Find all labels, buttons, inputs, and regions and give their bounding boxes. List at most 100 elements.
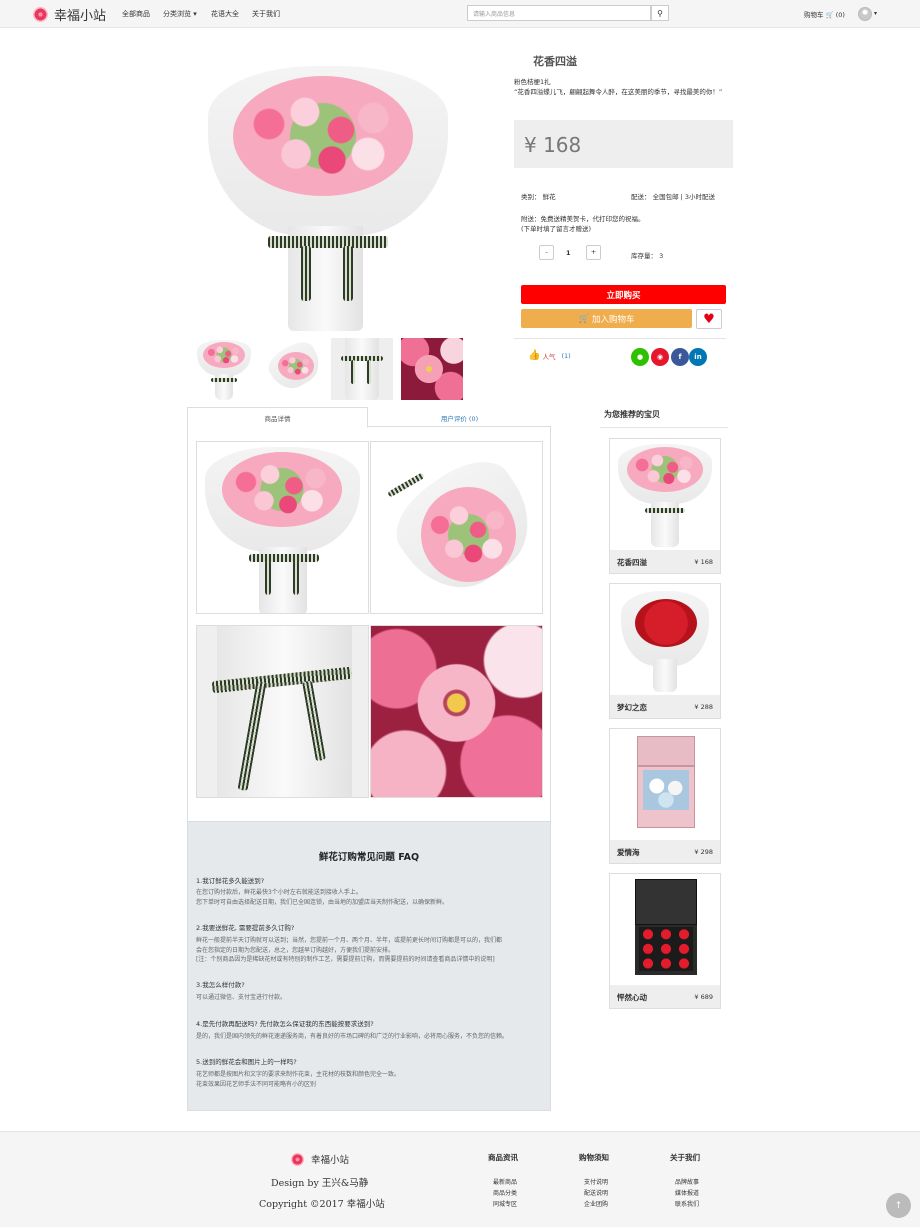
footer-link[interactable]: 商品分类 bbox=[493, 1188, 517, 1197]
footer-link[interactable]: 同城专区 bbox=[493, 1199, 517, 1208]
tab-detail[interactable]: 商品详情 bbox=[187, 407, 368, 428]
nav-all-products[interactable]: 全部商品 bbox=[122, 9, 150, 19]
thumbs-up-icon: 👍 bbox=[528, 350, 541, 361]
recommend-image bbox=[613, 732, 717, 837]
popularity[interactable]: 👍 人气 (1) bbox=[528, 350, 571, 361]
recommend-price: ¥ 689 bbox=[694, 993, 713, 1001]
faq-section: 鲜花订购常见问题 FAQ 1.我订鲜花多久能送到? 在您订购付款后，鲜花最快3个… bbox=[187, 821, 551, 1111]
product-tabs: 商品详情 用户评价 (0) bbox=[187, 407, 551, 428]
cart-link[interactable]: 购物车 🛒 (0) bbox=[804, 9, 845, 19]
recommend-price: ¥ 298 bbox=[694, 848, 713, 856]
faq-question-1: 1.我订鲜花多久能送到? bbox=[196, 877, 265, 885]
footer-link[interactable]: 最新商品 bbox=[493, 1177, 517, 1186]
faq-question-4: 4.是先付款再配送吗? 先付款怎么保证我的东西能按要求送到? bbox=[196, 1020, 374, 1028]
cart-icon: 🛒 bbox=[578, 313, 590, 324]
recommend-card[interactable]: 花香四溢 ¥ 168 bbox=[609, 438, 721, 574]
search-icon: ⚲ bbox=[657, 8, 663, 18]
footer-col-title: 关于我们 bbox=[670, 1153, 700, 1162]
linkedin-share-icon[interactable]: in bbox=[689, 348, 707, 366]
flower-logo-icon bbox=[291, 1152, 304, 1166]
add-to-cart-button[interactable]: 🛒 加入购物车 bbox=[521, 309, 692, 328]
search-button[interactable]: ⚲ bbox=[651, 5, 669, 21]
brand-logo-link[interactable]: 幸福小站 bbox=[33, 4, 106, 24]
product-thumb-4[interactable] bbox=[401, 338, 463, 400]
back-to-top-button[interactable]: ↑ bbox=[886, 1193, 911, 1218]
add-to-cart-label: 加入购物车 bbox=[592, 314, 635, 325]
faq-answer-2: 鲜花一般提前半天订购就可以送到；当然，您提前一个月、两个月、半年，或提前更长时间… bbox=[196, 937, 503, 963]
footer-link[interactable]: 企业团购 bbox=[584, 1199, 608, 1208]
product-thumb-2[interactable] bbox=[262, 338, 324, 400]
footer-link[interactable]: 媒体报道 bbox=[675, 1188, 699, 1197]
footer-link[interactable]: 联系我们 bbox=[675, 1199, 699, 1208]
detail-image-1 bbox=[196, 441, 369, 614]
popular-label: 人气 bbox=[542, 352, 556, 361]
qty-plus-button[interactable]: + bbox=[586, 245, 601, 260]
footer-link[interactable]: 品牌故事 bbox=[675, 1177, 699, 1186]
extra-line-2: (下单时填了留言才赠送) bbox=[521, 225, 592, 233]
heart-icon: ♥ bbox=[703, 311, 715, 327]
search-input[interactable]: 请输入商品信息 bbox=[467, 5, 651, 21]
detail-image-2 bbox=[370, 441, 543, 614]
footer-link[interactable]: 配送说明 bbox=[584, 1188, 608, 1197]
weibo-share-icon[interactable]: ◉ bbox=[651, 348, 669, 366]
footer: 幸福小站 Design by 王兴&马静 Copyright ©2017 幸福小… bbox=[0, 1131, 920, 1227]
extra-line-1: 附送：免费送精美贺卡，代打印您的祝福。 bbox=[521, 215, 645, 223]
faq-answer-3: 可以通过微信、支付宝进行付款。 bbox=[196, 994, 287, 1001]
footer-brand: 幸福小站 bbox=[291, 1152, 349, 1166]
faq-question-5: 5.送到的鲜花会和图片上的一样吗? bbox=[196, 1058, 297, 1066]
product-subtitle: 粉色桔梗1扎 bbox=[514, 78, 551, 86]
recommend-card[interactable]: 爱情海 ¥ 298 bbox=[609, 728, 721, 864]
footer-copyright: Copyright ©2017 幸福小站 bbox=[259, 1199, 385, 1210]
qty-minus-button[interactable]: - bbox=[539, 245, 554, 260]
product-category: 类别： 鲜花 bbox=[521, 193, 556, 201]
arrow-up-icon: ↑ bbox=[894, 1200, 903, 1211]
footer-link[interactable]: 支付说明 bbox=[584, 1177, 608, 1186]
detail-image-3 bbox=[196, 625, 369, 798]
recommend-name: 怦然心动 bbox=[617, 993, 647, 1002]
recommend-card[interactable]: 梦幻之恋 ¥ 288 bbox=[609, 583, 721, 719]
divider bbox=[600, 427, 728, 428]
cart-label: 购物车 bbox=[804, 11, 824, 19]
faq-answer-1: 在您订购付款后，鲜花最快3个小时左右就能送到接收人手上。 您下单时可自由选择配送日… bbox=[196, 889, 449, 906]
qty-input[interactable]: 1 bbox=[566, 249, 571, 257]
faq-question-3: 3.我怎么样付款? bbox=[196, 981, 245, 989]
recommend-card[interactable]: 怦然心动 ¥ 689 bbox=[609, 873, 721, 1009]
favorite-button[interactable]: ♥ bbox=[696, 309, 722, 329]
brand-name: 幸福小站 bbox=[54, 8, 107, 24]
wechat-share-icon[interactable]: ● bbox=[631, 348, 649, 366]
facebook-share-icon[interactable]: f bbox=[671, 348, 689, 366]
footer-col-title: 购物须知 bbox=[579, 1153, 609, 1162]
divider bbox=[514, 338, 726, 339]
cart-count: (0) bbox=[835, 11, 845, 19]
product-thumb-1[interactable] bbox=[193, 338, 255, 400]
recommend-image bbox=[613, 587, 717, 692]
price-box: ¥ 168 bbox=[514, 120, 733, 168]
detail-panel bbox=[187, 427, 551, 821]
product-main-image bbox=[193, 46, 463, 331]
faq-title: 鲜花订购常见问题 FAQ bbox=[318, 852, 420, 863]
nav-about[interactable]: 关于我们 bbox=[252, 9, 280, 19]
recommend-name: 爱情海 bbox=[617, 848, 640, 857]
detail-image-4 bbox=[370, 625, 543, 798]
nav-flower-language[interactable]: 花语大全 bbox=[211, 9, 239, 19]
top-navbar: 幸福小站 全部商品 分类浏览 ▾ 花语大全 关于我们 请输入商品信息 ⚲ 购物车… bbox=[0, 0, 920, 28]
recommend-name: 梦幻之恋 bbox=[617, 703, 647, 712]
faq-question-2: 2.我要送鲜花, 需要提前多久订购? bbox=[196, 924, 295, 932]
recommend-image bbox=[613, 877, 717, 982]
product-extra-note: 附送：免费送精美贺卡，代打印您的祝福。 (下单时填了留言才赠送) bbox=[521, 214, 645, 234]
product-thumb-3[interactable] bbox=[331, 338, 393, 400]
stock-count: 库存量： 3 bbox=[631, 252, 664, 260]
recommend-price: ¥ 288 bbox=[694, 703, 713, 711]
caret-down-icon[interactable]: ▾ bbox=[874, 10, 877, 17]
product-description: “花香四溢蝶儿飞，翩翩起舞令人醉，在这美丽的季节，寻找最美的你！” bbox=[514, 88, 723, 96]
product-delivery: 配送： 全国包邮 | 3小时配送 bbox=[631, 193, 716, 201]
nav-category-dropdown[interactable]: 分类浏览 ▾ bbox=[163, 9, 197, 19]
tab-reviews[interactable]: 用户评价 (0) bbox=[368, 407, 551, 428]
footer-brand-name: 幸福小站 bbox=[311, 1155, 350, 1166]
flower-logo-icon bbox=[33, 6, 48, 22]
footer-design-credit: Design by 王兴&马静 bbox=[271, 1178, 369, 1189]
user-avatar[interactable] bbox=[858, 7, 872, 21]
recommend-image bbox=[613, 442, 717, 547]
product-title: 花香四溢 bbox=[533, 55, 577, 68]
buy-now-button[interactable]: 立即购买 bbox=[521, 285, 726, 304]
